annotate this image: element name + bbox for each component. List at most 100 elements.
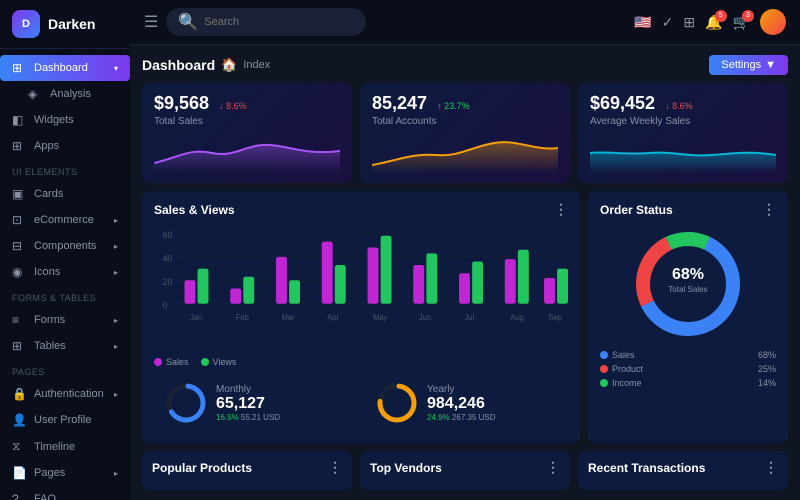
content-area: Dashboard 🏠 Index Settings ▼ $9,568 ↓ 8.…	[130, 45, 800, 500]
sidebar-item-label: Analysis	[50, 88, 91, 100]
stat-change-1: ↑ 23.7%	[437, 101, 470, 111]
svg-text:60: 60	[163, 230, 173, 240]
sidebar-item-label: Forms	[34, 314, 65, 326]
search-box[interactable]: 🔍	[166, 8, 366, 36]
svg-text:Jun: Jun	[419, 313, 431, 322]
metric-card-yearly: Yearly 984,246 24.9% 267.35 USD	[365, 373, 568, 433]
flag-icon[interactable]: 🇺🇸	[634, 14, 651, 31]
cards-icon: ▣	[12, 187, 26, 201]
main-content: ☰ 🔍 🇺🇸 ✓ ⊞ 🔔 5 🛒 3 Dashboard 🏠	[130, 0, 800, 500]
sidebar-item-faq[interactable]: ? FAQ	[0, 486, 130, 500]
ecommerce-icon: ⊡	[12, 213, 26, 227]
analysis-icon: ◈	[28, 87, 42, 101]
page-title: Dashboard	[142, 57, 215, 73]
svg-text:Jul: Jul	[465, 313, 475, 322]
metric-card-monthly: Monthly 65,127 16.5% 55.21 USD	[154, 373, 357, 433]
sidebar-item-pages[interactable]: 📄 Pages ▸	[0, 460, 130, 486]
stat-change-2: ↓ 8.6%	[665, 101, 693, 111]
svg-text:40: 40	[163, 253, 173, 263]
cart-icon[interactable]: 🛒 3	[733, 14, 750, 31]
legend-circle-product	[600, 365, 608, 373]
svg-text:Sep: Sep	[548, 313, 562, 322]
sidebar-item-analysis[interactable]: ◈ Analysis	[0, 81, 130, 107]
cart-badge: 3	[742, 10, 754, 22]
sidebar-item-components[interactable]: ⊟ Components ▸	[0, 233, 130, 259]
sidebar-item-dashboard[interactable]: ⊞ Dashboard ▾	[0, 55, 130, 81]
forms-section-label: FORMS & TABLES	[0, 285, 130, 307]
top-vendors-menu[interactable]: ⋮	[546, 459, 560, 476]
metrics-row: Monthly 65,127 16.5% 55.21 USD	[154, 373, 568, 433]
hamburger-icon[interactable]: ☰	[144, 12, 158, 32]
notification-badge: 5	[715, 10, 727, 22]
order-status-title: Order Status ⋮	[600, 201, 776, 218]
grid-icon[interactable]: ⊞	[683, 14, 695, 31]
order-status-menu[interactable]: ⋮	[762, 201, 776, 218]
middle-row: Sales & Views ⋮ 60 40 20 0	[142, 191, 788, 443]
top-vendors-title: Top Vendors ⋮	[370, 459, 560, 476]
stat-chart-2	[590, 133, 776, 173]
order-legend-sales: Sales 68%	[600, 350, 776, 360]
widgets-icon: ◧	[12, 113, 26, 127]
sidebar-item-label: Authentication	[34, 388, 104, 400]
monthly-donut	[164, 381, 208, 425]
bar-chart: 60 40 20 0	[154, 224, 568, 353]
order-legend-product: Product 25%	[600, 364, 776, 374]
search-input[interactable]	[204, 16, 354, 28]
sidebar-item-label: Pages	[34, 467, 65, 479]
sidebar-item-label: eCommerce	[34, 214, 94, 226]
topbar-right: 🇺🇸 ✓ ⊞ 🔔 5 🛒 3	[634, 9, 786, 35]
svg-text:68%: 68%	[672, 266, 704, 283]
legend-dot-sales	[154, 358, 162, 366]
stat-card-0: $9,568 ↓ 8.6% Total Sales	[142, 83, 352, 183]
check-icon[interactable]: ✓	[662, 14, 674, 31]
sidebar-item-user-profile[interactable]: 👤 User Profile	[0, 407, 130, 433]
stat-change-0: ↓ 8.6%	[219, 101, 247, 111]
sidebar-item-label: User Profile	[34, 414, 91, 426]
yearly-donut	[375, 381, 419, 425]
settings-button[interactable]: Settings ▼	[709, 55, 788, 75]
dashboard-icon: ⊞	[12, 61, 26, 75]
sidebar-item-forms[interactable]: ≡ Forms ▸	[0, 307, 130, 333]
sidebar-item-label: Components	[34, 240, 96, 252]
recent-transactions-card: Recent Transactions ⋮	[578, 451, 788, 490]
sidebar-item-label: Timeline	[34, 441, 75, 453]
sidebar-item-ecommerce[interactable]: ⊡ eCommerce ▸	[0, 207, 130, 233]
stat-card-1: 85,247 ↑ 23.7% Total Accounts	[360, 83, 570, 183]
faq-icon: ?	[12, 492, 26, 500]
stat-cards: $9,568 ↓ 8.6% Total Sales	[142, 83, 788, 183]
sidebar-item-apps[interactable]: ⊞ Apps	[0, 133, 130, 159]
logo-area[interactable]: D Darken	[0, 0, 130, 49]
avatar[interactable]	[760, 9, 786, 35]
svg-text:Feb: Feb	[236, 313, 250, 322]
sidebar-item-icons[interactable]: ◉ Icons ▸	[0, 259, 130, 285]
sidebar-item-tables[interactable]: ⊞ Tables ▸	[0, 333, 130, 359]
legend-dot-views	[201, 358, 209, 366]
apps-icon: ⊞	[12, 139, 26, 153]
metric-info-yearly: Yearly 984,246 24.9% 267.35 USD	[427, 384, 558, 422]
stat-label-0: Total Sales	[154, 116, 340, 127]
svg-text:May: May	[373, 313, 387, 322]
sales-views-card: Sales & Views ⋮ 60 40 20 0	[142, 191, 580, 443]
components-icon: ⊟	[12, 239, 26, 253]
recent-transactions-menu[interactable]: ⋮	[764, 459, 778, 476]
user-icon: 👤	[12, 413, 26, 427]
pages-icon: 📄	[12, 466, 26, 480]
sidebar-item-label: Widgets	[34, 114, 74, 126]
sidebar: D Darken ⊞ Dashboard ▾ ◈ Analysis ◧ Widg…	[0, 0, 130, 500]
logo-icon: D	[12, 10, 40, 38]
svg-text:Jan: Jan	[190, 313, 202, 322]
tables-icon: ⊞	[12, 339, 26, 353]
topbar: ☰ 🔍 🇺🇸 ✓ ⊞ 🔔 5 🛒 3	[130, 0, 800, 45]
sales-views-menu[interactable]: ⋮	[554, 201, 568, 218]
popular-products-menu[interactable]: ⋮	[328, 459, 342, 476]
sidebar-item-auth[interactable]: 🔒 Authentication ▸	[0, 381, 130, 407]
stat-label-1: Total Accounts	[372, 116, 558, 127]
sidebar-item-widgets[interactable]: ◧ Widgets	[0, 107, 130, 133]
sidebar-item-timeline[interactable]: ⧖ Timeline	[0, 433, 130, 460]
stat-value-0: $9,568	[154, 93, 209, 114]
pages-section-label: PAGES	[0, 359, 130, 381]
sidebar-item-cards[interactable]: ▣ Cards	[0, 181, 130, 207]
stat-label-2: Average Weekly Sales	[590, 116, 776, 127]
chart-legend: Sales Views	[154, 357, 568, 367]
notification-icon[interactable]: 🔔 5	[705, 14, 722, 31]
